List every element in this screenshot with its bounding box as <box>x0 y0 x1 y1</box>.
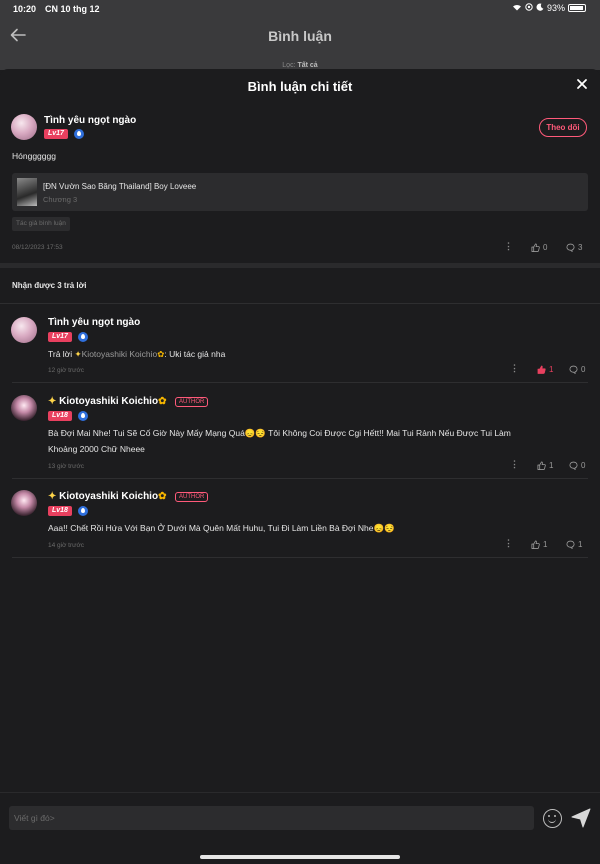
reply-count-button[interactable]: 3 <box>566 243 582 252</box>
comment-bubble-icon <box>566 540 575 549</box>
comment-button[interactable]: 0 <box>569 365 585 374</box>
thumbs-up-filled-icon <box>537 365 546 374</box>
water-drop-icon <box>78 411 88 421</box>
level-badge: Lv17 <box>48 332 72 342</box>
avatar[interactable] <box>11 490 37 516</box>
like-button[interactable]: 1 <box>537 365 553 374</box>
background-header: Bình luận Lọc: Tất cả <box>0 18 600 70</box>
status-date: CN 10 thg 12 <box>45 4 100 14</box>
like-count: 1 <box>549 461 554 470</box>
sparkle-icon: ✦ <box>48 491 57 502</box>
status-right: 93% <box>512 3 586 13</box>
wifi-icon <box>512 3 522 13</box>
page-title: Bình luận <box>268 28 332 44</box>
reply-content-line1: Bà Đợi Mai Nhe! Tui Sẽ Cố Giờ Này Mấy Mạ… <box>48 428 511 438</box>
follow-button[interactable]: Theo dõi <box>539 118 587 137</box>
author-commented-chip: Tác giả bình luận <box>12 217 70 231</box>
more-options-icon[interactable]: ⋮ <box>510 363 519 374</box>
reply-content-line1: Aaa!! Chết Rồi Hứa Với Bạn Ở Dưới Mà Quê… <box>48 523 395 533</box>
reply-count: 3 <box>578 243 583 252</box>
home-indicator <box>200 855 400 859</box>
comment-bubble-icon <box>569 461 578 470</box>
reply-time: 13 giờ trước <box>48 463 84 470</box>
like-count: 1 <box>549 365 554 374</box>
comment-button[interactable]: 1 <box>566 540 582 549</box>
more-options-icon[interactable]: ⋮ <box>510 459 519 470</box>
author-tag: AUTHOR <box>175 397 209 407</box>
like-button[interactable]: 1 <box>531 540 547 549</box>
battery-icon <box>568 4 586 12</box>
avatar[interactable] <box>11 114 37 140</box>
story-card[interactable]: [ĐN Vườn Sao Băng Thailand] Boy Loveee C… <box>12 173 588 211</box>
mention-link[interactable]: Kiotoyashiki Koichio <box>82 349 158 359</box>
divider <box>12 557 588 558</box>
divider <box>0 303 600 304</box>
comment-detail-sheet: Bình luận chi tiết Tình yêu ngọt ngào Lv… <box>0 69 600 864</box>
reply-author[interactable]: Tình yêu ngọt ngào <box>48 317 140 328</box>
sheet-title: Bình luận chi tiết <box>247 79 353 94</box>
comment-timestamp: 08/12/2023 17:53 <box>12 244 63 251</box>
like-button[interactable]: 1 <box>537 461 553 470</box>
close-button[interactable] <box>576 77 588 94</box>
comment-bubble-icon <box>569 365 578 374</box>
reply-author[interactable]: ✦ Kiotoyashiki Koichio✿ <box>48 491 166 502</box>
reply-content: Trả lời ✦Kiotoyashiki Koichio✿: Uki tác … <box>48 349 226 359</box>
sunflower-icon: ✿ <box>158 396 167 407</box>
like-button[interactable]: 0 <box>531 243 547 252</box>
sparkle-icon: ✦ <box>48 396 57 407</box>
send-icon[interactable] <box>570 807 592 829</box>
reply-content-line2: Khoảng 2000 Chữ Nheee <box>48 444 145 454</box>
comment-content: Hóngggggg <box>12 151 56 161</box>
thumbs-up-icon <box>531 243 540 252</box>
story-chapter: Chương 3 <box>43 195 78 204</box>
thumbs-up-icon <box>531 540 540 549</box>
water-drop-icon <box>74 129 84 139</box>
emoji-icon[interactable] <box>543 809 562 828</box>
sunflower-icon: ✿ <box>158 491 167 502</box>
like-count: 0 <box>543 243 548 252</box>
filter-dropdown[interactable]: Lọc: Tất cả <box>0 62 600 69</box>
water-drop-icon <box>78 332 88 342</box>
moon-icon <box>536 3 544 13</box>
level-badge: Lv18 <box>48 506 72 516</box>
comment-author[interactable]: Tình yêu ngọt ngào <box>44 115 136 126</box>
level-badge: Lv18 <box>48 411 72 421</box>
author-tag: AUTHOR <box>175 492 209 502</box>
location-icon <box>525 3 533 13</box>
water-drop-icon <box>78 506 88 516</box>
more-options-icon[interactable]: ⋮ <box>504 538 513 549</box>
comment-count: 0 <box>581 365 586 374</box>
section-divider <box>0 263 600 268</box>
level-badge: Lv17 <box>44 129 68 139</box>
sparkle-icon: ✦ <box>74 349 82 359</box>
reply-time: 12 giờ trước <box>48 367 84 374</box>
comment-button[interactable]: 0 <box>569 461 585 470</box>
reply-time: 14 giờ trước <box>48 542 84 549</box>
replies-header: Nhận được 3 trả lời <box>12 281 87 290</box>
story-title: [ĐN Vườn Sao Băng Thailand] Boy Loveee <box>43 182 197 191</box>
comment-count: 0 <box>581 461 586 470</box>
battery-percent: 93% <box>546 3 565 13</box>
like-count: 1 <box>543 540 548 549</box>
thumbs-up-icon <box>537 461 546 470</box>
story-cover-image <box>17 178 37 206</box>
reply-author[interactable]: ✦ Kiotoyashiki Koichio✿ <box>48 396 166 407</box>
close-icon <box>577 79 587 89</box>
comment-input[interactable]: Viết gì đó> <box>9 806 534 830</box>
comment-bubble-icon <box>566 243 575 252</box>
status-time: 10:20 <box>13 4 37 14</box>
avatar[interactable] <box>11 395 37 421</box>
comment-count: 1 <box>578 540 583 549</box>
divider <box>12 382 588 383</box>
divider <box>12 478 588 479</box>
more-options-icon[interactable]: ⋮ <box>504 241 513 252</box>
avatar[interactable] <box>11 317 37 343</box>
status-bar: 10:20 CN 10 thg 12 93% <box>0 0 600 18</box>
comment-input-bar: Viết gì đó> <box>0 792 600 864</box>
sheet-header: Bình luận chi tiết <box>0 69 600 103</box>
